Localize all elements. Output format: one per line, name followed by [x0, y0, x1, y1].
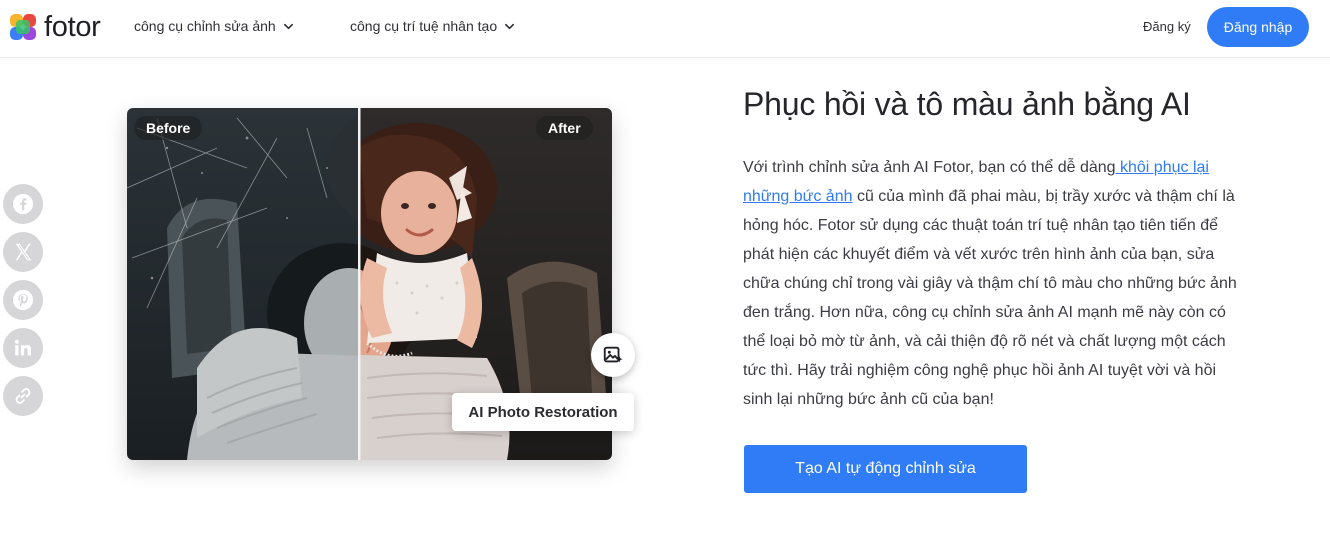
linkedin-icon: [14, 339, 31, 356]
image-sparkle-icon: [603, 346, 623, 363]
share-facebook-button[interactable]: [3, 184, 43, 224]
x-icon: [15, 243, 32, 261]
chevron-down-icon: [283, 23, 293, 29]
before-label: Before: [134, 116, 203, 140]
social-share-bar: [3, 184, 43, 416]
description-text-start: Với trình chỉnh sửa ảnh AI Fotor, bạn có…: [743, 159, 1116, 176]
ai-photo-restoration-label: AI Photo Restoration: [452, 393, 634, 431]
page-title: Phục hồi và tô màu ảnh bằng AI: [743, 86, 1191, 122]
facebook-icon: [12, 193, 34, 215]
after-label: After: [536, 116, 593, 140]
nav-ai-tools[interactable]: công cụ trí tuệ nhân tạo: [350, 18, 515, 34]
share-link-button[interactable]: [3, 376, 43, 416]
share-pinterest-button[interactable]: [3, 280, 43, 320]
login-button[interactable]: Đăng nhập: [1207, 7, 1309, 47]
ai-auto-edit-button[interactable]: Tạo AI tự động chỉnh sửa: [744, 445, 1027, 493]
nav-label: công cụ trí tuệ nhân tạo: [350, 18, 498, 34]
share-linkedin-button[interactable]: [3, 328, 43, 368]
feature-description: Với trình chỉnh sửa ảnh AI Fotor, bạn có…: [743, 153, 1243, 414]
nav-photo-editing-tools[interactable]: công cụ chỉnh sửa ảnh: [134, 18, 294, 34]
share-x-button[interactable]: [3, 232, 43, 272]
description-text-rest: cũ của mình đã phai màu, bị trầy xước và…: [743, 188, 1237, 408]
link-icon: [15, 388, 31, 404]
chevron-down-icon: [505, 23, 515, 29]
fotor-logo[interactable]: fotor: [10, 11, 101, 43]
ai-restoration-badge: [591, 333, 635, 377]
top-navbar: fotor công cụ chỉnh sửa ảnh công cụ trí …: [0, 0, 1330, 58]
logo-text: fotor: [44, 11, 101, 43]
fotor-logo-icon: [10, 14, 36, 40]
signup-link[interactable]: Đăng ký: [1143, 19, 1191, 34]
nav-label: công cụ chỉnh sửa ảnh: [134, 18, 276, 34]
pinterest-icon: [12, 289, 34, 311]
